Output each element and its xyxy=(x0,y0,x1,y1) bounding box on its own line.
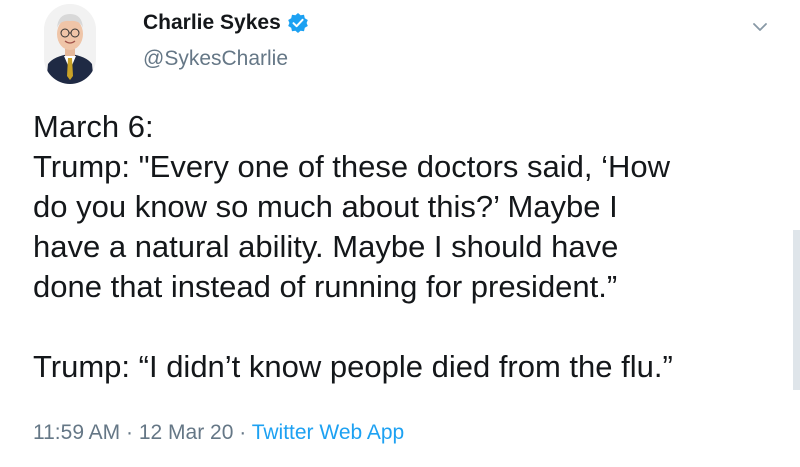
tweet-meta: 11:59 AM · 12 Mar 20 · Twitter Web App xyxy=(33,421,404,445)
tweet-text-line: March 6: xyxy=(33,109,154,144)
meta-separator: · xyxy=(120,421,139,444)
tweet-source-link[interactable]: Twitter Web App xyxy=(252,421,405,444)
tweet-text-line: have a natural ability. Maybe I should h… xyxy=(33,229,619,264)
avatar-photo xyxy=(44,4,96,84)
tweet-text-line: done that instead of running for preside… xyxy=(33,269,618,304)
tweet-text: March 6: Trump: "Every one of these doct… xyxy=(33,107,793,387)
scrollbar[interactable] xyxy=(793,230,800,390)
author-handle[interactable]: @SykesCharlie xyxy=(143,47,288,71)
author-display-name[interactable]: Charlie Sykes xyxy=(143,11,281,35)
tweet-text-line: Trump: “I didn’t know people died from t… xyxy=(33,349,673,384)
tweet-text-line: do you know so much about this?’ Maybe I xyxy=(33,189,618,224)
meta-separator: · xyxy=(233,421,252,444)
author-name-row[interactable]: Charlie Sykes xyxy=(143,9,309,37)
tweet-card: Charlie Sykes @SykesCharlie March 6: Tru… xyxy=(0,0,800,467)
chevron-down-icon[interactable] xyxy=(749,16,771,38)
verified-badge-icon xyxy=(287,12,309,34)
avatar[interactable] xyxy=(44,4,96,84)
tweet-text-line: Trump: "Every one of these doctors said,… xyxy=(33,149,671,184)
tweet-time[interactable]: 11:59 AM xyxy=(33,421,120,444)
tweet-date[interactable]: 12 Mar 20 xyxy=(139,421,234,444)
